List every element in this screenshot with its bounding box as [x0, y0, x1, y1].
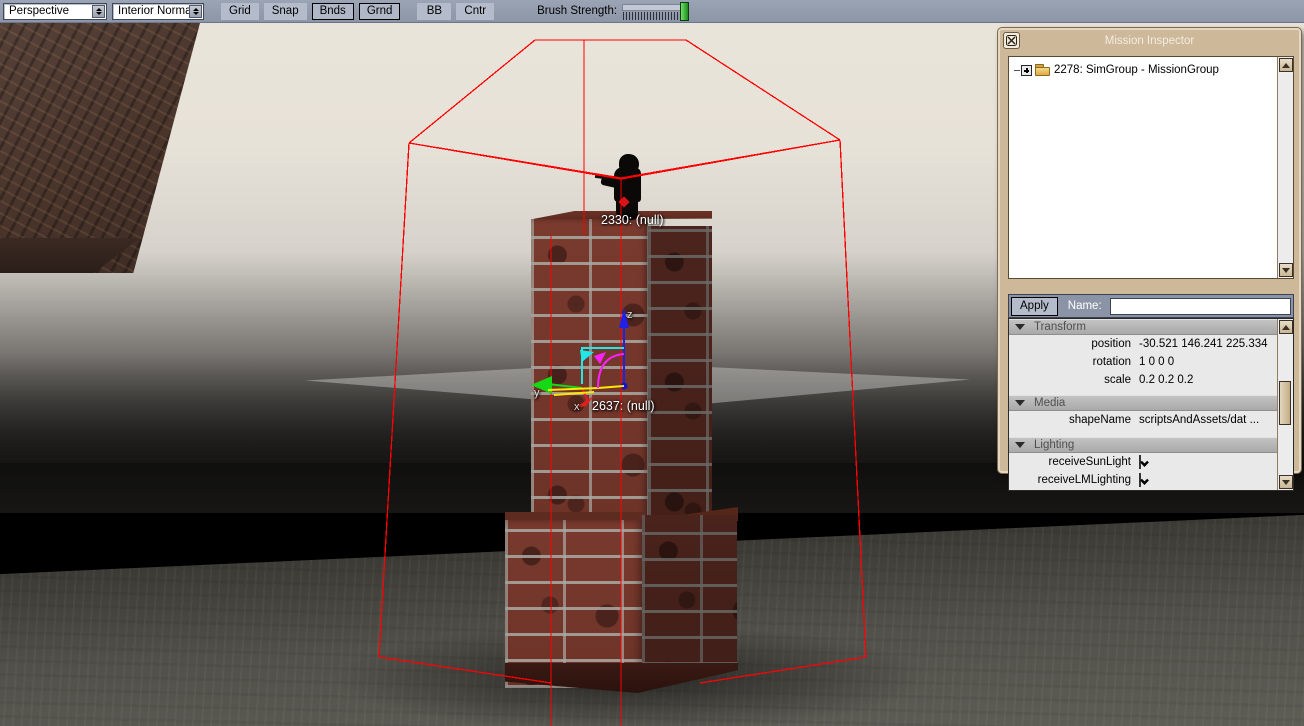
scroll-up-icon[interactable] — [1279, 58, 1293, 72]
caret-down-icon[interactable] — [1015, 400, 1025, 406]
toolbar-button-snap[interactable]: Snap — [263, 2, 307, 20]
mission-inspector-panel: Mission Inspector 2278: SimGroup - Missi… — [998, 28, 1301, 491]
properties-scroll-track[interactable] — [1278, 335, 1293, 474]
slider-track — [622, 3, 685, 11]
tree-item-missiongroup[interactable]: 2278: SimGroup - MissionGroup — [1014, 62, 1277, 78]
slider-ticks — [623, 11, 686, 20]
name-label: Name: — [1067, 300, 1102, 312]
properties-scrollbar[interactable] — [1277, 319, 1293, 490]
view-mode-dropdown[interactable]: Perspective — [3, 2, 107, 20]
property-value[interactable]: 0.2 0.2 0.2 — [1139, 374, 1277, 386]
toolbar-button-cntr[interactable]: Cntr — [456, 2, 495, 20]
checkbox-receivesunlight[interactable] — [1139, 455, 1141, 469]
group-title: Transform — [1034, 321, 1086, 333]
toolbar-button-grid[interactable]: Grid — [221, 2, 259, 20]
property-key: receiveLMLighting — [1037, 474, 1131, 486]
property-key: scale — [1104, 374, 1131, 386]
brush-strength-label: Brush Strength: — [537, 5, 618, 17]
brush-strength-control: Brush Strength: — [537, 1, 690, 21]
property-row-receivesunlight[interactable]: receiveSunLight — [1009, 453, 1277, 471]
checkbox-receivelmlighting[interactable] — [1139, 473, 1141, 487]
property-key: shapeName — [1068, 414, 1131, 426]
tree-connector — [1014, 69, 1020, 71]
main-toolbar: Perspective Interior Normal Grid Snap Bn… — [0, 0, 1304, 23]
spinner-icon[interactable] — [92, 4, 105, 18]
tree-item-label: 2278: SimGroup - MissionGroup — [1054, 64, 1219, 76]
view-mode-value: Perspective — [9, 5, 70, 17]
folder-icon — [1035, 64, 1050, 76]
property-value[interactable]: 1 0 0 0 — [1139, 356, 1277, 368]
name-input[interactable] — [1109, 297, 1291, 315]
scroll-up-icon[interactable] — [1279, 320, 1293, 334]
gizmo-x-label: x — [574, 401, 580, 411]
properties-list: Transform position -30.521 146.241 225.3… — [1009, 319, 1277, 490]
interior-mode-value: Interior Normal — [118, 5, 195, 17]
gizmo-z-label: z — [627, 309, 633, 321]
caret-down-icon[interactable] — [1015, 324, 1025, 330]
slider-handle[interactable] — [680, 1, 690, 21]
toolbar-button-bb[interactable]: BB — [417, 2, 452, 20]
close-x-icon[interactable] — [1003, 32, 1020, 49]
tree-scrollbar[interactable] — [1277, 57, 1293, 278]
group-header-media[interactable]: Media — [1009, 395, 1277, 411]
apply-bar: Apply Name: — [1008, 294, 1294, 318]
property-value[interactable]: -30.521 146.241 225.334 — [1139, 338, 1277, 350]
tree-list: 2278: SimGroup - MissionGroup — [1009, 57, 1277, 278]
scroll-down-icon[interactable] — [1279, 475, 1293, 489]
apply-button[interactable]: Apply — [1011, 296, 1058, 316]
transform-gizmo[interactable]: y x z — [528, 306, 648, 411]
property-key: position — [1091, 338, 1131, 350]
property-key: receiveSunLight — [1048, 456, 1131, 468]
scroll-down-icon[interactable] — [1279, 263, 1293, 277]
group-header-lighting[interactable]: Lighting — [1009, 437, 1277, 453]
property-row-scale[interactable]: scale 0.2 0.2 0.2 — [1009, 371, 1277, 389]
interior-mode-dropdown[interactable]: Interior Normal — [112, 2, 204, 20]
object-label-2637: 2637: (null) — [592, 399, 655, 413]
tree-scroll-track[interactable] — [1278, 73, 1293, 262]
brush-strength-slider[interactable] — [622, 1, 690, 21]
property-key: rotation — [1092, 356, 1131, 368]
gizmo-y-label: y — [534, 387, 540, 399]
inspector-title-text: Mission Inspector — [1104, 34, 1195, 47]
inspector-title-bar[interactable]: Mission Inspector — [1000, 30, 1299, 51]
editor-window: Perspective Interior Normal Grid Snap Bn… — [0, 0, 1304, 726]
object-label-2330: 2330: (null) — [601, 213, 664, 227]
toolbar-button-bnds[interactable]: Bnds — [311, 2, 354, 20]
toolbar-button-grnd[interactable]: Grnd — [358, 2, 401, 20]
spinner-icon[interactable] — [189, 4, 202, 18]
property-value[interactable]: scriptsAndAssets/dat ... — [1139, 414, 1277, 426]
property-row-receivelmlighting[interactable]: receiveLMLighting — [1009, 471, 1277, 489]
group-header-transform[interactable]: Transform — [1009, 319, 1277, 335]
property-row-shapename[interactable]: shapeName scriptsAndAssets/dat ... — [1009, 411, 1277, 429]
group-title: Lighting — [1034, 439, 1075, 451]
object-tree[interactable]: 2278: SimGroup - MissionGroup — [1008, 56, 1294, 279]
properties-panel[interactable]: Transform position -30.521 146.241 225.3… — [1008, 318, 1294, 491]
plus-box-icon[interactable] — [1021, 64, 1032, 76]
properties-scroll-thumb[interactable] — [1279, 381, 1291, 425]
caret-down-icon[interactable] — [1015, 442, 1025, 448]
group-title: Media — [1034, 397, 1066, 409]
property-row-position[interactable]: position -30.521 146.241 225.334 — [1009, 335, 1277, 353]
property-row-rotation[interactable]: rotation 1 0 0 0 — [1009, 353, 1277, 371]
